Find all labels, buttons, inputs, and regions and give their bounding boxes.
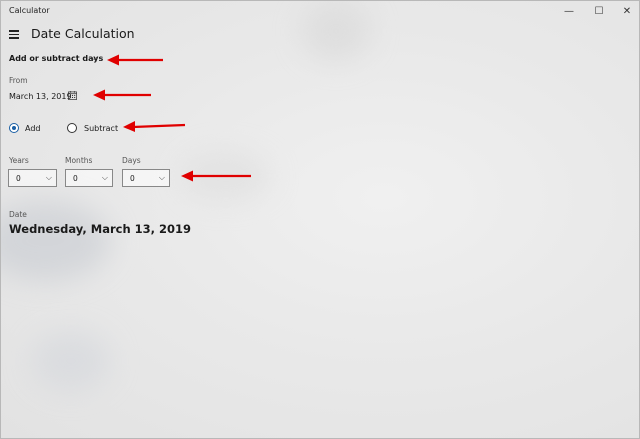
years-value: 0 <box>16 174 21 183</box>
app-title: Calculator <box>9 6 50 15</box>
mode-dropdown[interactable]: Add or subtract days <box>9 54 103 63</box>
hamburger-icon[interactable] <box>7 28 21 42</box>
maximize-button[interactable]: ☐ <box>585 3 613 21</box>
minimize-button[interactable]: — <box>555 3 583 21</box>
subtract-radio-label[interactable]: Subtract <box>84 124 118 133</box>
add-radio-label[interactable]: Add <box>25 124 41 133</box>
annotation-arrow-icon <box>181 170 251 182</box>
days-dropdown[interactable]: 0 ⌵ <box>122 169 170 187</box>
days-label: Days <box>122 156 141 165</box>
from-label: From <box>9 76 28 85</box>
calendar-icon[interactable] <box>68 91 77 100</box>
subtract-radio[interactable] <box>67 123 77 133</box>
years-dropdown[interactable]: 0 ⌵ <box>8 169 57 187</box>
months-value: 0 <box>73 174 78 183</box>
annotation-arrow-icon <box>107 54 163 66</box>
months-dropdown[interactable]: 0 ⌵ <box>65 169 113 187</box>
calculator-window: Calculator — ☐ ✕ Date Calculation Add or… <box>0 0 640 439</box>
chevron-down-icon: ⌵ <box>101 173 108 182</box>
chevron-down-icon[interactable]: ⌵ <box>91 53 97 63</box>
page-title: Date Calculation <box>31 26 135 41</box>
chevron-down-icon: ⌵ <box>158 173 165 182</box>
years-label: Years <box>9 156 29 165</box>
add-radio[interactable] <box>9 123 19 133</box>
months-label: Months <box>65 156 93 165</box>
from-date-picker[interactable]: March 13, 2019 <box>9 92 72 101</box>
annotation-arrow-icon <box>123 121 186 132</box>
chevron-down-icon: ⌵ <box>45 173 52 182</box>
annotation-arrow-icon <box>93 89 151 101</box>
result-date: Wednesday, March 13, 2019 <box>9 222 192 236</box>
days-value: 0 <box>130 174 135 183</box>
background-blur <box>31 331 111 391</box>
title-bar[interactable]: Calculator — ☐ ✕ <box>1 1 639 23</box>
close-button[interactable]: ✕ <box>613 3 639 21</box>
result-label: Date <box>9 210 27 219</box>
